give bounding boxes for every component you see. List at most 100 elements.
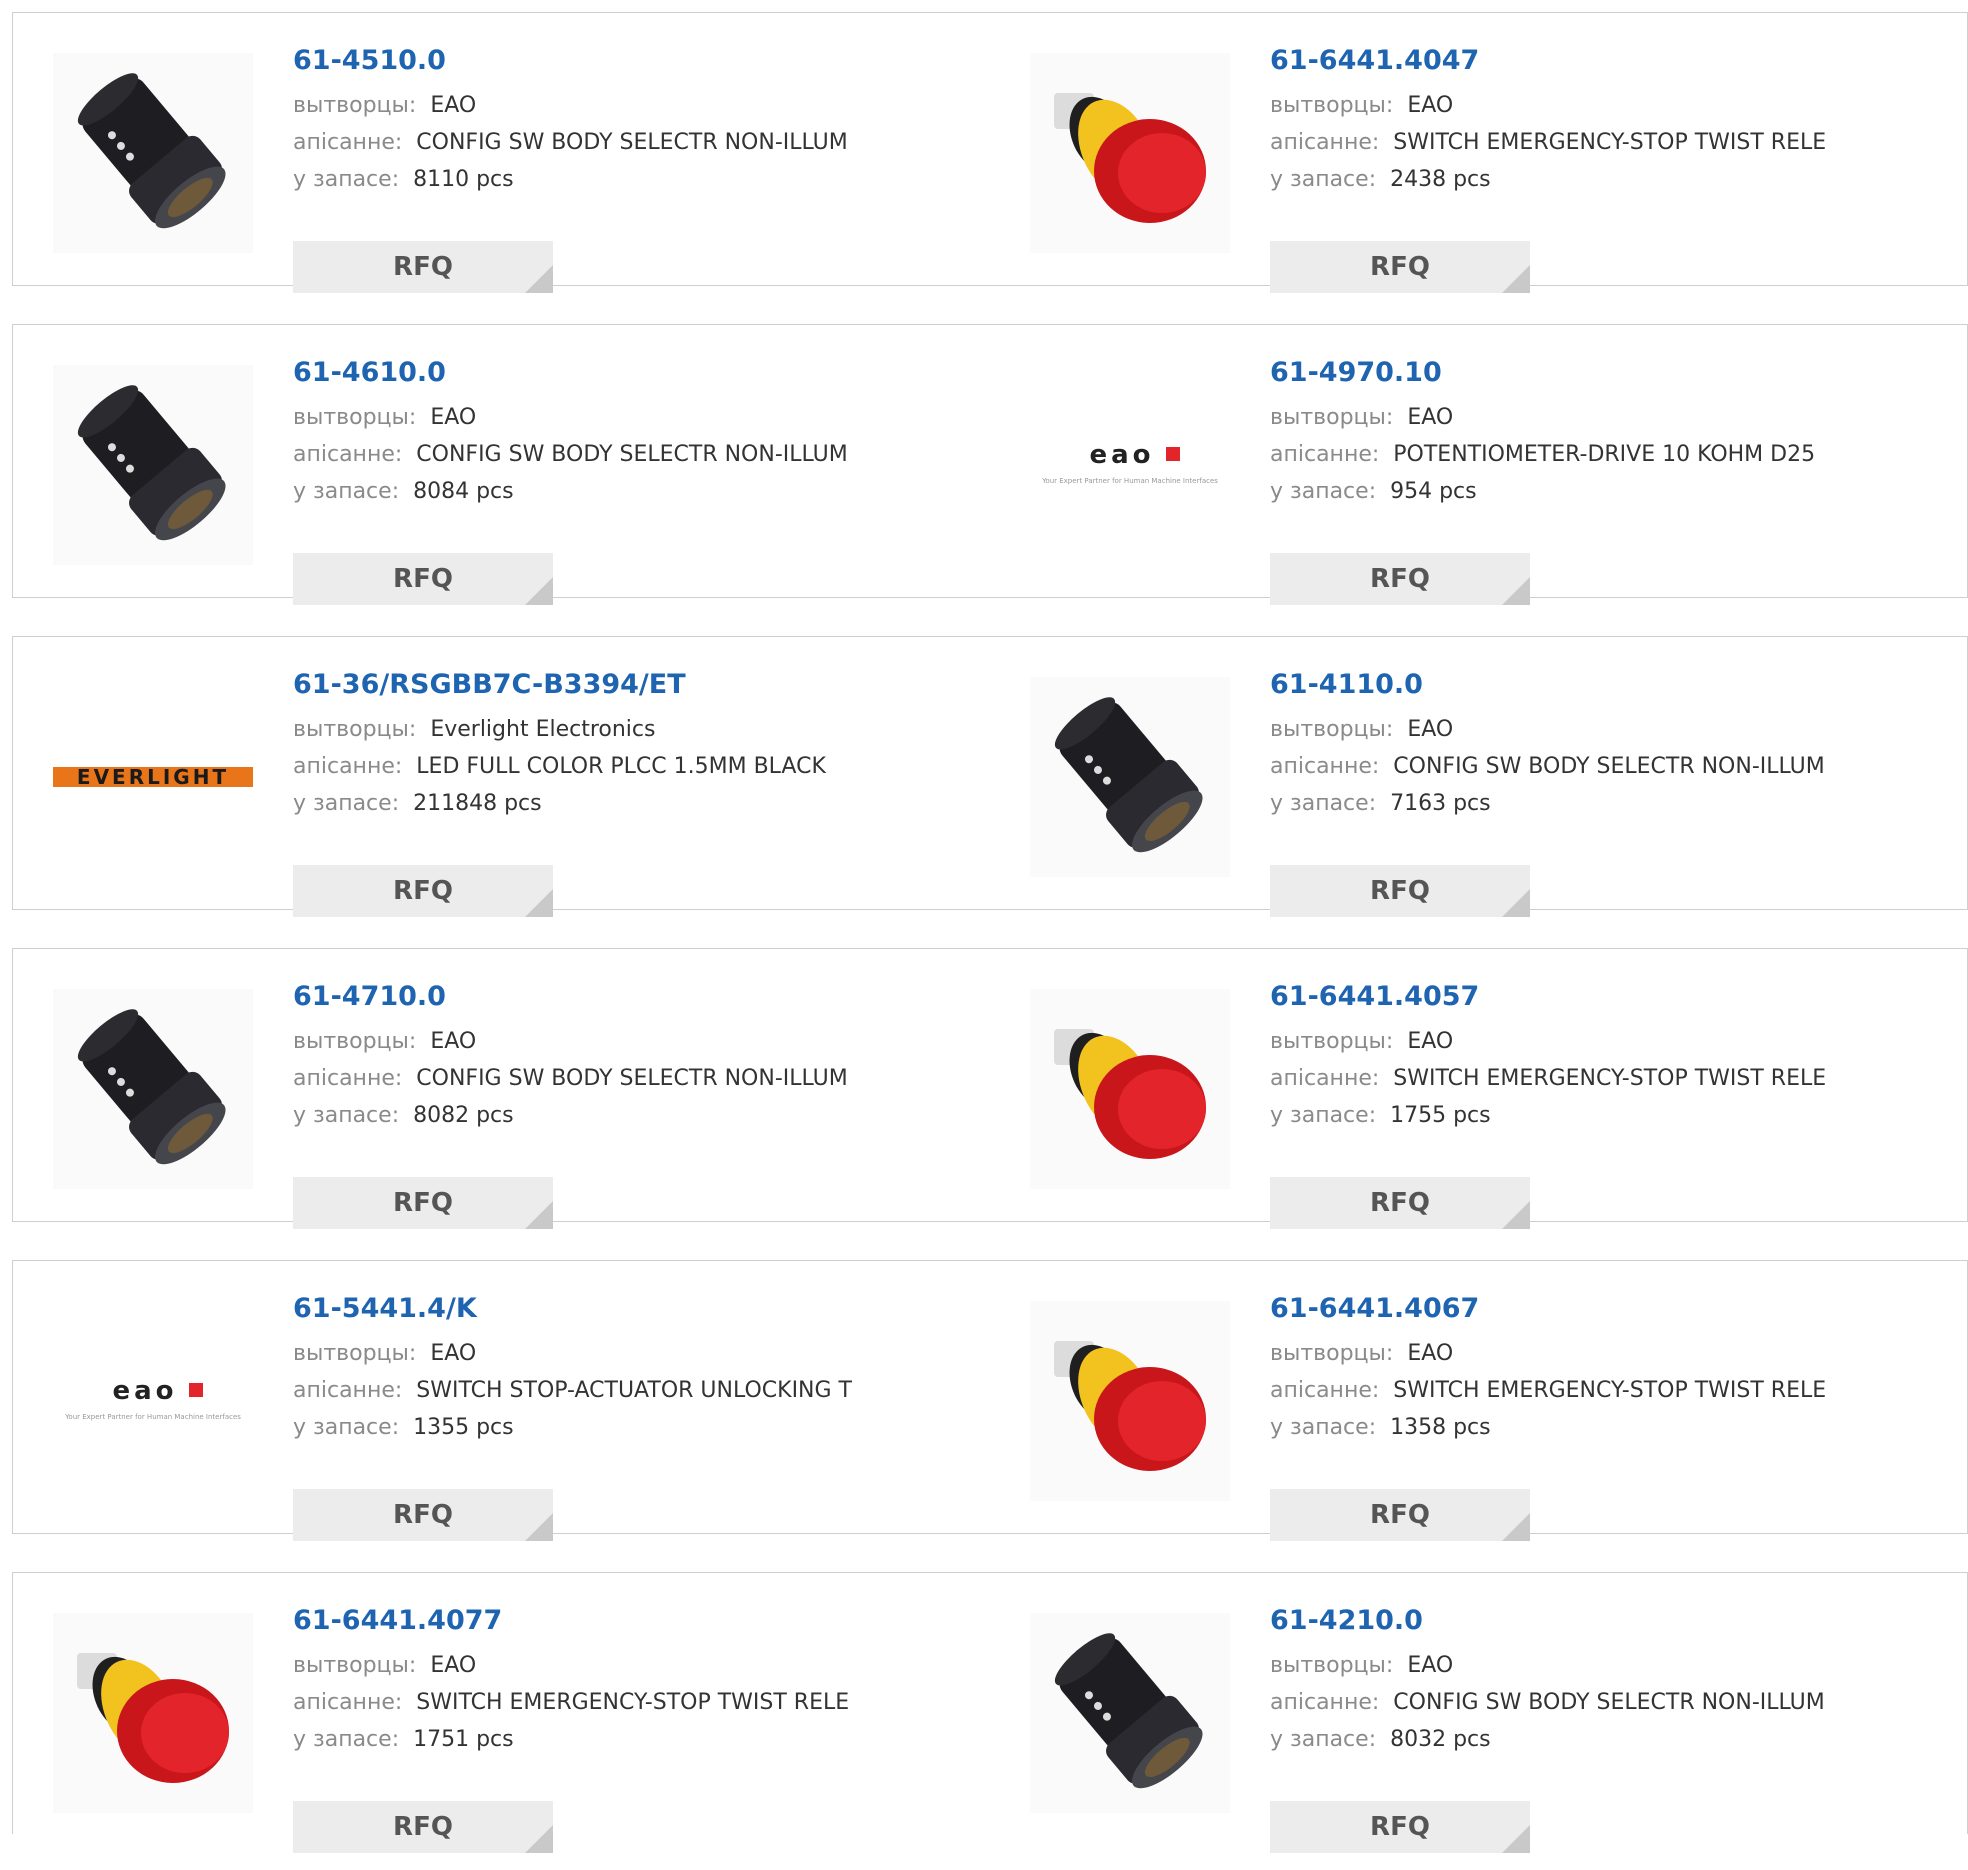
- manufacturer-label: вытворцы:: [1270, 1029, 1394, 1054]
- description-label: апісанне:: [293, 130, 403, 155]
- manufacturer-label: вытворцы:: [1270, 1653, 1394, 1678]
- rfq-button-label: RFQ: [393, 876, 453, 906]
- stock-value: 8032 pcs: [1390, 1727, 1491, 1752]
- product-image[interactable]: [1030, 1301, 1230, 1501]
- stock-label: у запасе:: [293, 791, 400, 816]
- stock-label: у запасе:: [1270, 1415, 1377, 1440]
- rfq-button[interactable]: RFQ: [1270, 553, 1530, 605]
- rfq-button[interactable]: RFQ: [293, 1489, 553, 1541]
- manufacturer-row: вытворцы: EAO: [1270, 1647, 1957, 1684]
- part-number-link[interactable]: 61-6441.4067: [1270, 1289, 1957, 1329]
- product-info: 61-4710.0 вытворцы: EAO апісанне: CONFIG S…: [293, 977, 980, 1229]
- description-value: SWITCH EMERGENCY-STOP TWIST RELE: [1393, 1378, 1827, 1403]
- part-number-link[interactable]: 61-4510.0: [293, 41, 980, 81]
- rfq-button[interactable]: RFQ: [293, 553, 553, 605]
- corner-decoration: [1502, 889, 1530, 917]
- manufacturer-row: вытворцы: Everlight Electronics: [293, 711, 980, 748]
- stock-value: 8084 pcs: [413, 479, 514, 504]
- product-image[interactable]: [53, 53, 253, 253]
- stock-value: 8082 pcs: [413, 1103, 514, 1128]
- manufacturer-row: вытворцы: EAO: [1270, 711, 1957, 748]
- product-image[interactable]: [1030, 53, 1230, 253]
- rfq-button[interactable]: RFQ: [1270, 241, 1530, 293]
- manufacturer-label: вытворцы:: [1270, 93, 1394, 118]
- rfq-button[interactable]: RFQ: [293, 241, 553, 293]
- stock-row: у запасе: 211848 pcs: [293, 785, 980, 822]
- product-info: 61-5441.4/K вытворцы: EAO апісанне: SWITCH…: [293, 1289, 980, 1541]
- product-info: 61-4970.10 вытворцы: EAO апісанне: POTENTI…: [1270, 353, 1957, 605]
- description-label: апісанне:: [1270, 1066, 1380, 1091]
- product-image[interactable]: EVERLIGHT: [53, 677, 253, 877]
- stock-row: у запасе: 1355 pcs: [293, 1409, 980, 1446]
- stock-row: у запасе: 8082 pcs: [293, 1097, 980, 1134]
- manufacturer-value: EAO: [430, 1341, 477, 1366]
- product-info: 61-4110.0 вытворцы: EAO апісанне: CONFIG S…: [1270, 665, 1957, 917]
- svg-text:Your Expert Partner for Human: Your Expert Partner for Human Machine In…: [64, 1413, 241, 1421]
- part-number-link[interactable]: 61-6441.4077: [293, 1601, 980, 1641]
- part-number-link[interactable]: 61-5441.4/K: [293, 1289, 980, 1329]
- description-row: апісанне: LED FULL COLOR PLCC 1.5MM BLACK: [293, 748, 980, 785]
- description-label: апісанне:: [1270, 130, 1380, 155]
- rfq-button-label: RFQ: [393, 564, 453, 594]
- part-number-link[interactable]: 61-6441.4047: [1270, 41, 1957, 81]
- part-number-link[interactable]: 61-6441.4057: [1270, 977, 1957, 1017]
- part-number-link[interactable]: 61-4210.0: [1270, 1601, 1957, 1641]
- description-label: апісанне:: [293, 754, 403, 779]
- product-info: 61-6441.4047 вытворцы: EAO апісанне: SWITC…: [1270, 41, 1957, 293]
- part-number-link[interactable]: 61-36/RSGBB7C-B3394/ET: [293, 665, 980, 705]
- stock-row: у запасе: 2438 pcs: [1270, 161, 1957, 198]
- part-number-link[interactable]: 61-4110.0: [1270, 665, 1957, 705]
- rfq-button-label: RFQ: [393, 1500, 453, 1530]
- product-info: 61-6441.4077 вытворцы: EAO апісанне: SWITC…: [293, 1601, 980, 1853]
- manufacturer-row: вытворцы: EAO: [1270, 1335, 1957, 1372]
- rfq-button-label: RFQ: [1370, 1500, 1430, 1530]
- description-value: CONFIG SW BODY SELECTR NON-ILLUM: [416, 1066, 848, 1091]
- stock-row: у запасе: 8032 pcs: [1270, 1721, 1957, 1758]
- product-image[interactable]: [53, 365, 253, 565]
- stock-label: у запасе:: [1270, 1727, 1377, 1752]
- stock-value: 2438 pcs: [1390, 167, 1491, 192]
- product-card: 61-6441.4067 вытворцы: EAO апісанне: SWITC…: [990, 1260, 1968, 1541]
- product-image[interactable]: [1030, 989, 1230, 1189]
- corner-decoration: [1502, 1201, 1530, 1229]
- manufacturer-row: вытворцы: EAO: [293, 1023, 980, 1060]
- rfq-button-label: RFQ: [1370, 564, 1430, 594]
- product-image[interactable]: [53, 1613, 253, 1813]
- product-card: eao Your Expert Partner for Human Machine…: [990, 324, 1968, 605]
- description-value: CONFIG SW BODY SELECTR NON-ILLUM: [416, 130, 848, 155]
- manufacturer-label: вытворцы:: [293, 1341, 417, 1366]
- part-number-link[interactable]: 61-4710.0: [293, 977, 980, 1017]
- description-row: апісанне: SWITCH EMERGENCY-STOP TWIST REL…: [1270, 1372, 1957, 1409]
- product-image[interactable]: eao Your Expert Partner for Human Machine…: [1030, 365, 1230, 565]
- product-info: 61-4510.0 вытворцы: EAO апісанне: CONFIG S…: [293, 41, 980, 293]
- manufacturer-row: вытворцы: EAO: [1270, 87, 1957, 124]
- black-selector-switch-icon: [1030, 677, 1230, 877]
- manufacturer-value: EAO: [430, 1029, 477, 1054]
- description-value: LED FULL COLOR PLCC 1.5MM BLACK: [416, 754, 826, 779]
- product-image[interactable]: [1030, 677, 1230, 877]
- rfq-button-label: RFQ: [1370, 1812, 1430, 1842]
- rfq-button[interactable]: RFQ: [1270, 1801, 1530, 1853]
- part-number-link[interactable]: 61-4610.0: [293, 353, 980, 393]
- stock-value: 1355 pcs: [413, 1415, 514, 1440]
- manufacturer-row: вытворцы: EAO: [1270, 399, 1957, 436]
- manufacturer-row: вытворцы: EAO: [293, 1647, 980, 1684]
- rfq-button[interactable]: RFQ: [1270, 1489, 1530, 1541]
- stock-row: у запасе: 8084 pcs: [293, 473, 980, 510]
- description-label: апісанне:: [1270, 1690, 1380, 1715]
- product-image[interactable]: [1030, 1613, 1230, 1813]
- rfq-button[interactable]: RFQ: [293, 865, 553, 917]
- rfq-button[interactable]: RFQ: [293, 1801, 553, 1853]
- rfq-button[interactable]: RFQ: [1270, 865, 1530, 917]
- rfq-button[interactable]: RFQ: [1270, 1177, 1530, 1229]
- part-number-link[interactable]: 61-4970.10: [1270, 353, 1957, 393]
- product-image[interactable]: eao Your Expert Partner for Human Machine…: [53, 1301, 253, 1501]
- description-value: POTENTIOMETER-DRIVE 10 KOHM D25: [1393, 442, 1816, 467]
- product-grid: 61-4510.0 вытворцы: EAO апісанне: CONFIG S…: [12, 12, 1968, 1870]
- manufacturer-value: Everlight Electronics: [430, 717, 656, 742]
- black-selector-switch-icon: [53, 53, 253, 253]
- rfq-button[interactable]: RFQ: [293, 1177, 553, 1229]
- manufacturer-row: вытворцы: EAO: [293, 87, 980, 124]
- product-image[interactable]: [53, 989, 253, 1189]
- description-value: CONFIG SW BODY SELECTR NON-ILLUM: [416, 442, 848, 467]
